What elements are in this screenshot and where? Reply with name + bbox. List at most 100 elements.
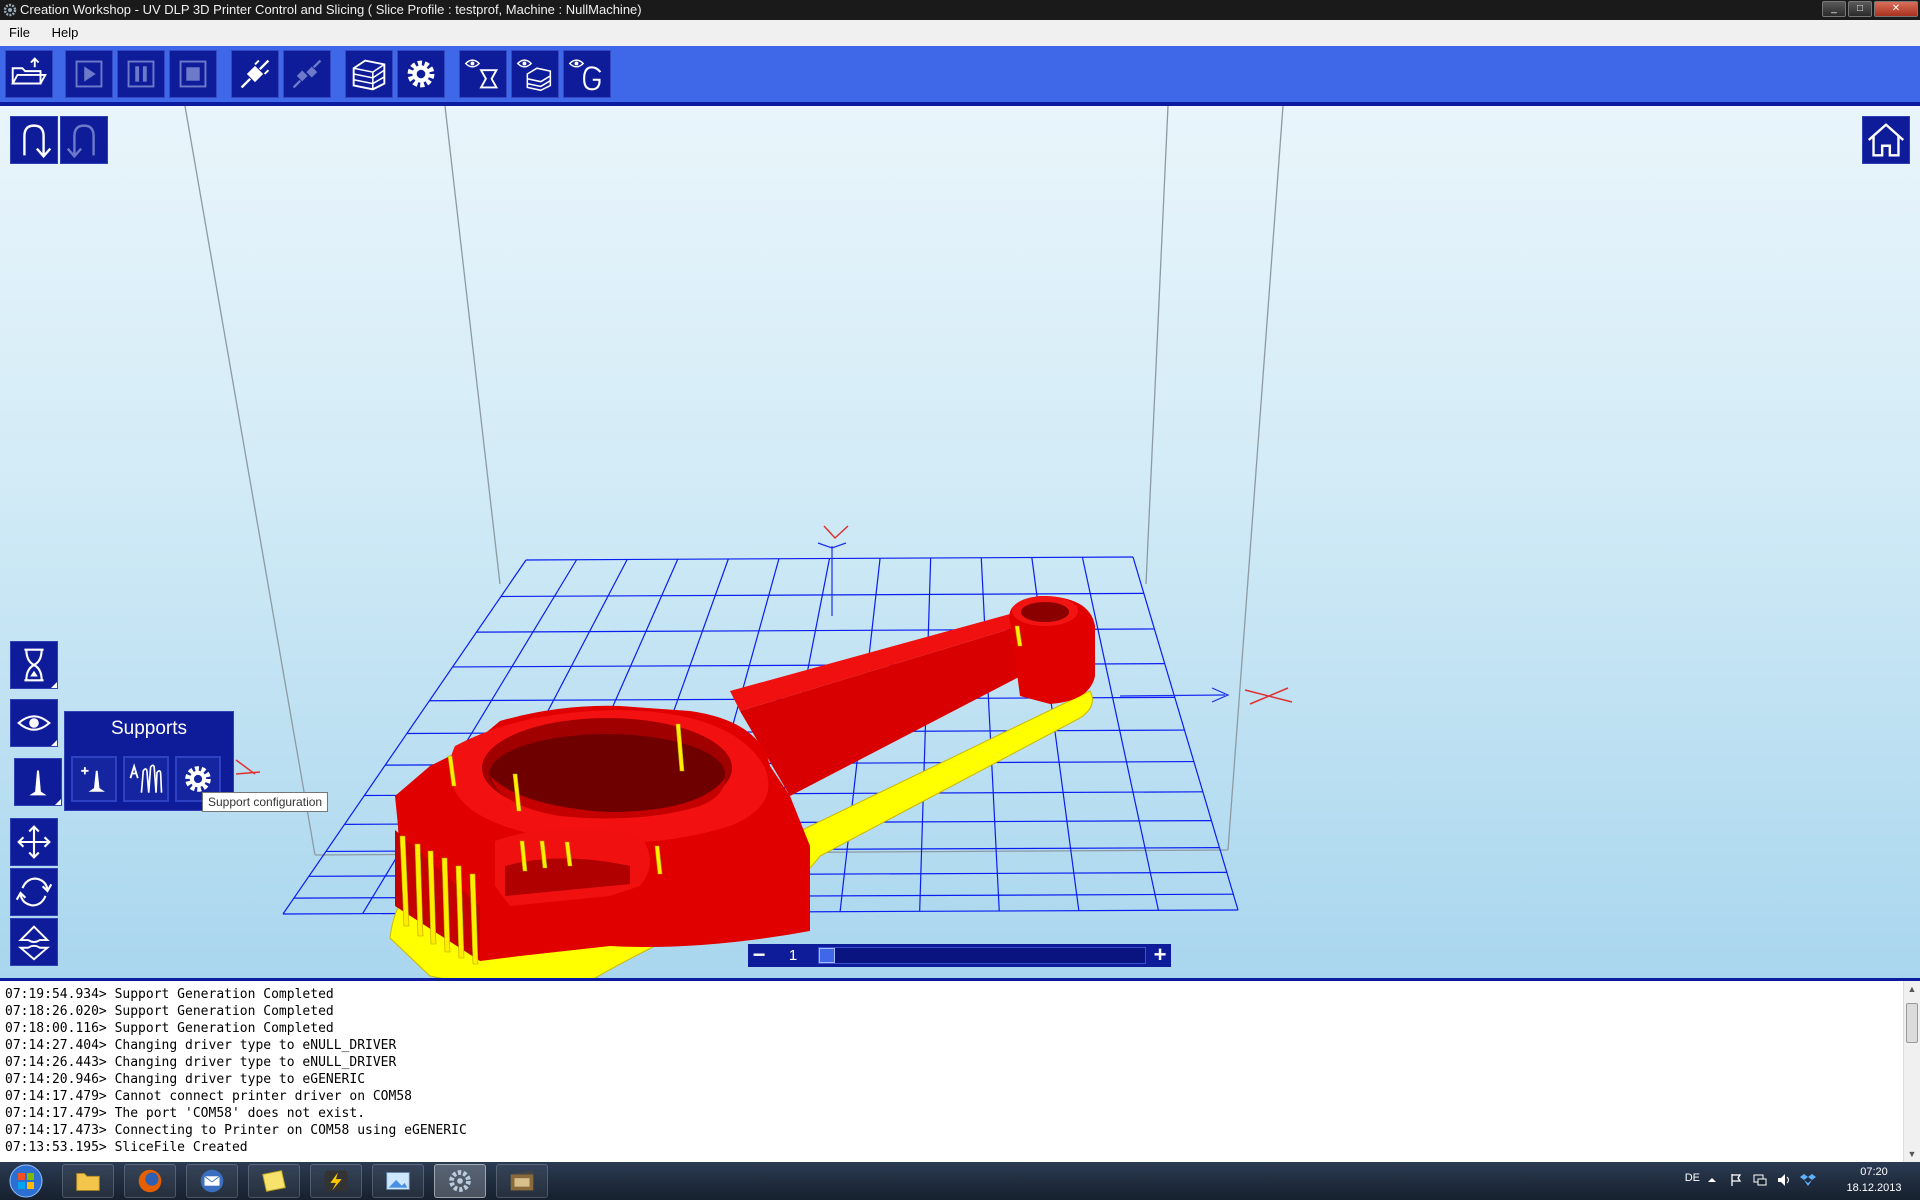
layer-increment-button[interactable]: + (1149, 944, 1171, 967)
add-support-icon (81, 767, 105, 792)
taskbar-film[interactable] (496, 1164, 548, 1198)
unplug-icon (292, 59, 322, 89)
window-title: Creation Workshop - UV DLP 3D Printer Co… (20, 2, 642, 17)
eye-slice-icon (516, 59, 552, 92)
disconnect-button[interactable] (283, 50, 331, 98)
system-clock[interactable]: 07:20 18.12.2013 (1834, 1164, 1914, 1196)
undo-icon (23, 124, 52, 159)
mail-icon (200, 1169, 224, 1193)
play-button[interactable] (65, 50, 113, 98)
menu-help[interactable]: Help (43, 20, 88, 46)
layer-decrement-button[interactable]: − (748, 944, 770, 967)
taskbar-app[interactable] (310, 1164, 362, 1198)
view-slice-button[interactable] (511, 50, 559, 98)
grid-line (1081, 557, 1160, 911)
layer-slider-track[interactable] (818, 947, 1146, 964)
log-scrollbar[interactable]: ▲ ▼ (1903, 981, 1920, 1162)
folder-icon (76, 1173, 100, 1191)
menu-bar: File Help (0, 20, 1920, 46)
log-line: 07:14:17.479> Cannot connect printer dri… (5, 1089, 412, 1104)
eye-gcode-icon (568, 59, 602, 91)
menu-file[interactable]: File (0, 20, 39, 46)
play-icon (75, 60, 103, 88)
home-view-button[interactable] (1862, 116, 1910, 164)
log-line: 07:18:00.116> Support Generation Complet… (5, 1021, 334, 1036)
lightning-icon (324, 1170, 348, 1192)
log-panel[interactable]: 07:19:54.934> Support Generation Complet… (0, 978, 1920, 1162)
settings-button[interactable] (397, 50, 445, 98)
view-tool-button[interactable] (10, 699, 58, 747)
log-line: 07:19:54.934> Support Generation Complet… (5, 987, 334, 1002)
dropbox-icon[interactable] (1800, 1172, 1816, 1188)
action-center-flag-icon[interactable] (1728, 1172, 1744, 1188)
volume-icon[interactable] (1776, 1172, 1792, 1188)
connect-button[interactable] (231, 50, 279, 98)
open-folder-icon (11, 57, 47, 85)
taskbar-mail[interactable] (186, 1164, 238, 1198)
taskbar-notes[interactable] (248, 1164, 300, 1198)
stop-icon (179, 60, 207, 88)
rotate-tool-button[interactable] (10, 868, 58, 916)
submenu-indicator (55, 799, 61, 805)
plug-icon (240, 59, 270, 89)
start-button-icon[interactable] (2, 1163, 50, 1199)
grid-line (919, 557, 932, 912)
rotate-icon (15, 877, 53, 907)
supports-tool-button[interactable] (14, 758, 62, 806)
scroll-thumb[interactable] (1906, 1003, 1918, 1043)
main-toolbar (0, 46, 1920, 106)
title-bar: Creation Workshop - UV DLP 3D Printer Co… (0, 0, 1920, 20)
window-controls: _ □ ✕ (1822, 1, 1918, 17)
log-line: 07:14:27.404> Changing driver type to eN… (5, 1038, 397, 1053)
undo-button[interactable] (10, 116, 58, 164)
auto-support-icon (129, 763, 163, 793)
move-arrows-icon (17, 825, 51, 859)
auto-support-button[interactable] (123, 756, 169, 802)
redo-button[interactable] (60, 116, 108, 164)
log-line: 07:13:53.195> SliceFile Created (5, 1140, 248, 1155)
add-support-button[interactable] (71, 756, 117, 802)
submenu-indicator (51, 740, 57, 746)
firefox-icon (138, 1169, 162, 1193)
scroll-up-arrow-icon[interactable]: ▲ (1904, 981, 1920, 997)
gear-icon (407, 60, 435, 88)
taskbar-firefox[interactable] (124, 1164, 176, 1198)
stop-button[interactable] (169, 50, 217, 98)
slice-layers-icon (352, 59, 386, 91)
gear-icon (449, 1170, 471, 1192)
log-line: 07:18:26.020> Support Generation Complet… (5, 1004, 334, 1019)
taskbar-explorer[interactable] (62, 1164, 114, 1198)
move-tool-button[interactable] (10, 818, 58, 866)
minimize-button[interactable]: _ (1822, 1, 1846, 17)
pause-icon (127, 60, 155, 88)
grid-line (1132, 556, 1239, 911)
redo-icon (66, 124, 95, 159)
view-gcode-button[interactable] (563, 50, 611, 98)
home-icon (1867, 123, 1905, 157)
note-icon (262, 1170, 286, 1192)
taskbar-image-viewer[interactable] (372, 1164, 424, 1198)
network-icon[interactable] (1752, 1172, 1768, 1188)
scene-canvas[interactable] (0, 106, 1920, 978)
submenu-indicator (51, 682, 57, 688)
slice-button[interactable] (345, 50, 393, 98)
picture-icon (386, 1172, 410, 1190)
close-button[interactable]: ✕ (1874, 1, 1918, 17)
view-model-button[interactable] (459, 50, 507, 98)
pause-button[interactable] (117, 50, 165, 98)
scroll-down-arrow-icon[interactable]: ▼ (1904, 1146, 1920, 1162)
hourglass-tool-button[interactable] (10, 641, 58, 689)
log-line: 07:14:17.479> The port 'COM58' does not … (5, 1106, 366, 1121)
model-connecting-rod[interactable] (389, 596, 1095, 978)
support-config-tooltip: Support configuration (202, 792, 329, 812)
open-file-button[interactable] (5, 50, 53, 98)
3d-viewport[interactable]: Supports Support configuration − 1 + (0, 106, 1920, 978)
log-line: 07:14:17.473> Connecting to Printer on C… (5, 1123, 467, 1138)
clock-date: 18.12.2013 (1846, 1182, 1902, 1194)
show-hidden-icons-icon[interactable] (1704, 1172, 1720, 1188)
taskbar-creation-workshop[interactable] (434, 1164, 486, 1198)
scale-tool-button[interactable] (10, 918, 58, 966)
keyboard-language[interactable]: DE (1685, 1172, 1700, 1184)
layer-slider-thumb[interactable] (819, 948, 835, 963)
maximize-button[interactable]: □ (1848, 1, 1872, 17)
